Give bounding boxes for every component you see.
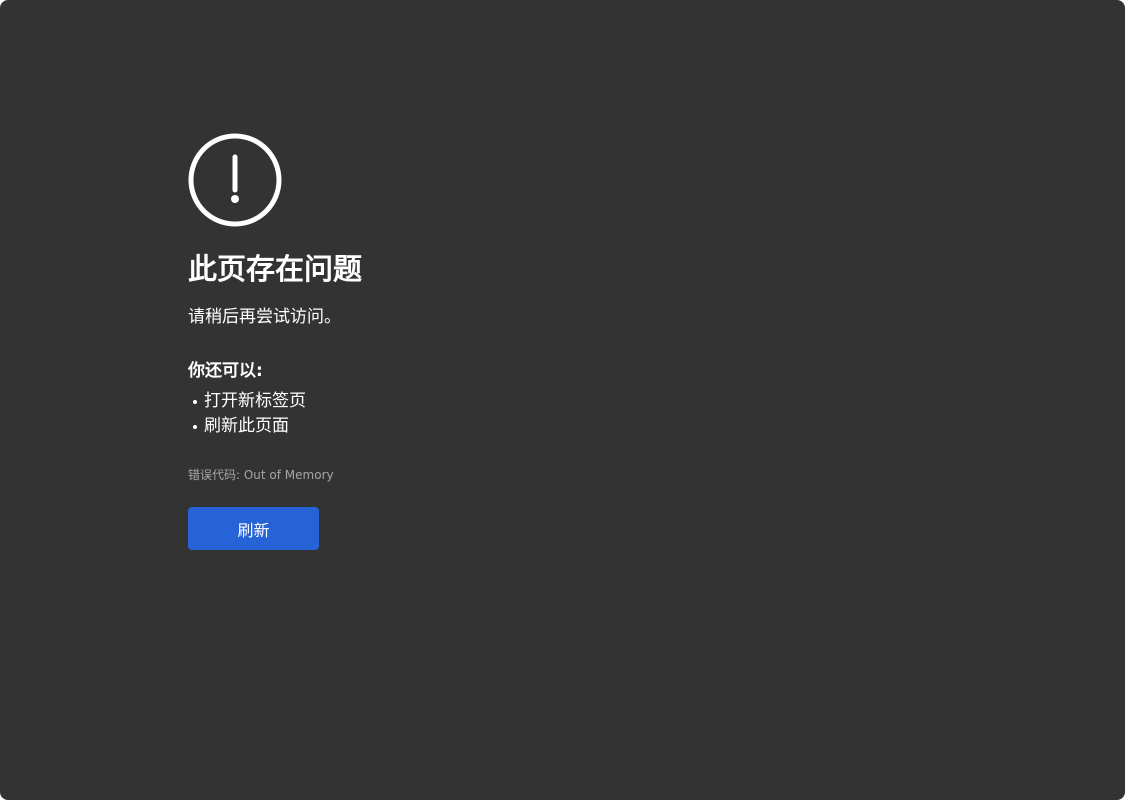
browser-error-window: 此页存在问题 请稍后再尝试访问。 你还可以: 打开新标签页 刷新此页面 错误代码… — [0, 0, 1125, 800]
error-content: 此页存在问题 请稍后再尝试访问。 你还可以: 打开新标签页 刷新此页面 错误代码… — [188, 133, 788, 550]
refresh-button[interactable]: 刷新 — [188, 507, 319, 550]
error-code: 错误代码: Out of Memory — [188, 468, 334, 482]
page-title: 此页存在问题 — [188, 252, 363, 286]
error-message: 请稍后再尝试访问。 — [188, 307, 341, 327]
suggestion-refresh-page: 刷新此页面 — [188, 414, 788, 439]
suggestion-label: 打开新标签页 — [204, 391, 306, 411]
suggestion-open-new-tab: 打开新标签页 — [188, 389, 788, 414]
suggestions-heading: 你还可以: — [188, 361, 263, 381]
bullet-icon — [193, 399, 197, 404]
exclamation-circle-icon — [188, 133, 282, 227]
suggestion-label: 刷新此页面 — [204, 416, 289, 436]
suggestions-list: 打开新标签页 刷新此页面 — [188, 389, 788, 439]
bullet-icon — [193, 424, 197, 429]
